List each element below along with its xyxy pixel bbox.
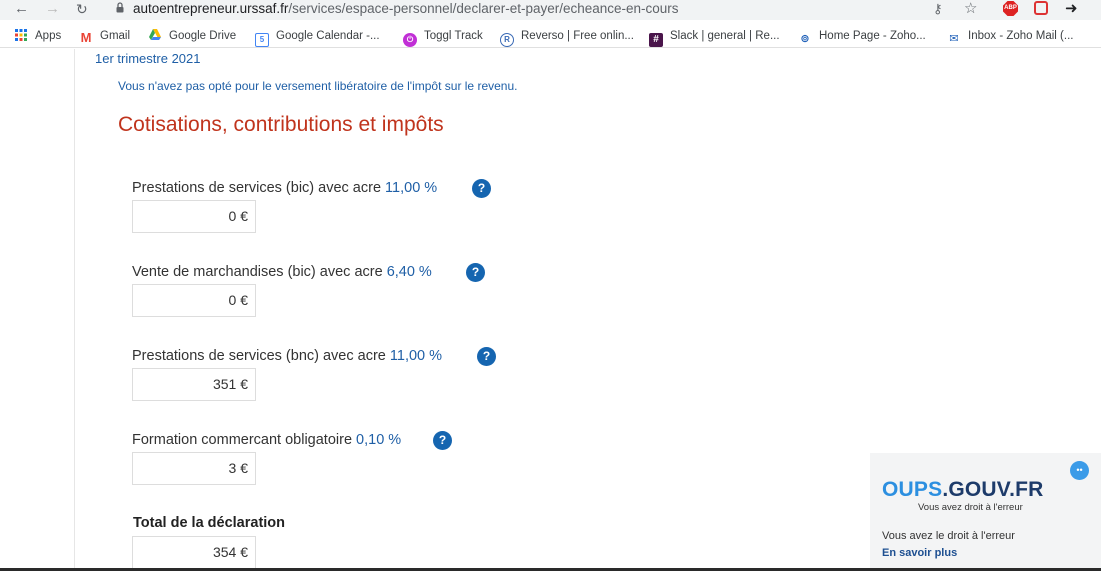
total-label: Total de la déclaration <box>133 515 286 531</box>
period-heading: 1er trimestre 2021 <box>95 51 201 66</box>
field-label-text: Formation commercant obligatoire <box>132 432 353 448</box>
field-rate: 11,00 % <box>385 180 438 196</box>
url-host: autoentrepreneur.urssaf.fr <box>133 1 289 16</box>
field-label-text: Vente de marchandises (bic) avec acre <box>132 264 383 280</box>
oups-logo-suffix: .GOUV.FR <box>942 478 1044 501</box>
field-label-marchandises-bic: Vente de marchandises (bic) avec acre 6,… <box>132 264 432 280</box>
bookmark-label: Google Calendar -... <box>276 30 380 42</box>
total-amount-field[interactable]: 354 € <box>132 536 256 569</box>
amount-field-services-bnc[interactable]: 351 € <box>132 368 256 401</box>
bookmark-gmail[interactable]: M Gmail <box>79 28 131 45</box>
google-calendar-icon: 5 <box>255 33 269 47</box>
reload-icon[interactable]: ↻ <box>76 0 88 18</box>
bookmark-label: Inbox - Zoho Mail (... <box>968 30 1074 42</box>
field-label-text: Prestations de services (bnc) avec acre <box>132 348 386 364</box>
bookmark-label: Reverso | Free onlin... <box>521 30 634 42</box>
field-label-text: Prestations de services (bic) avec acre <box>132 180 382 196</box>
bookmark-toggl[interactable]: ⏻ Toggl Track <box>403 28 483 47</box>
help-icon[interactable]: ? <box>433 431 452 450</box>
en-savoir-plus-link[interactable]: En savoir plus <box>882 547 957 559</box>
forward-arrow-icon[interactable]: → <box>45 0 60 18</box>
url-text[interactable]: autoentrepreneur.urssaf.fr/services/espa… <box>133 1 679 17</box>
oups-widget[interactable]: •• OUPS.GOUV.FR Vous avez droit à l'erre… <box>870 453 1101 571</box>
apps-grid-icon <box>15 29 27 41</box>
star-bookmark-icon[interactable]: ☆ <box>964 1 977 17</box>
chat-bubble-icon[interactable]: •• <box>1070 461 1089 480</box>
amount-field-services-bic[interactable]: 0 € <box>132 200 256 233</box>
toggl-icon: ⏻ <box>403 33 417 47</box>
content-border <box>74 49 75 571</box>
bookmark-google-calendar[interactable]: 5 Google Calendar -... <box>255 28 380 47</box>
bookmark-slack[interactable]: # Slack | general | Re... <box>649 28 780 47</box>
field-label-services-bnc: Prestations de services (bnc) avec acre … <box>132 348 442 364</box>
bookmark-label: Apps <box>35 30 62 42</box>
key-icon[interactable]: ⚷ <box>933 1 943 17</box>
url-path: /services/espace-personnel/declarer-et-p… <box>288 1 679 16</box>
slack-icon: # <box>649 33 663 47</box>
oups-logo-main: OUPS <box>882 478 943 501</box>
oups-text: Vous avez le droit à l'erreur <box>882 530 1015 542</box>
bookmark-google-drive[interactable]: Google Drive <box>148 28 236 44</box>
zoho-icon: ⊚ <box>800 33 810 45</box>
gmail-icon: M <box>80 30 92 45</box>
help-icon[interactable]: ? <box>477 347 496 366</box>
page-content: 1er trimestre 2021 Vous n'avez pas opté … <box>0 49 1101 571</box>
oups-logo: OUPS.GOUV.FR <box>882 478 1044 502</box>
bookmark-label: Home Page - Zoho... <box>819 30 926 42</box>
share-arrow-icon[interactable]: ➜ <box>1065 1 1078 17</box>
bookmark-reverso[interactable]: R Reverso | Free onlin... <box>500 28 634 47</box>
help-icon[interactable]: ? <box>472 179 491 198</box>
bookmarks-bar: Apps M Gmail Google Drive 5 Google Calenda… <box>0 24 1101 48</box>
field-label-formation: Formation commercant obligatoire 0,10 % <box>132 432 401 448</box>
bookmark-apps[interactable]: Apps <box>14 28 61 44</box>
liberatoire-notice: Vous n'avez pas opté pour le versement l… <box>118 79 518 93</box>
pocket-icon[interactable] <box>1034 1 1048 15</box>
help-icon[interactable]: ? <box>466 263 485 282</box>
bookmark-zoho-mail[interactable]: ✉ Inbox - Zoho Mail (... <box>947 28 1074 45</box>
google-drive-icon <box>149 29 161 40</box>
adblock-icon[interactable]: ABP <box>1003 1 1018 16</box>
amount-field-formation[interactable]: 3 € <box>132 452 256 485</box>
bookmark-label: Google Drive <box>169 30 237 42</box>
back-arrow-icon[interactable]: ← <box>14 0 29 18</box>
oups-tagline: Vous avez droit à l'erreur <box>918 502 1023 513</box>
lock-icon <box>116 2 124 13</box>
zoho-mail-icon: ✉ <box>949 33 959 45</box>
amount-field-marchandises-bic[interactable]: 0 € <box>132 284 256 317</box>
bookmark-zoho-home[interactable]: ⊚ Home Page - Zoho... <box>798 28 926 45</box>
reverso-icon: R <box>500 33 514 47</box>
section-title: Cotisations, contributions et impôts <box>118 113 444 136</box>
bookmark-label: Slack | general | Re... <box>670 30 780 42</box>
field-rate: 11,00 % <box>389 348 443 364</box>
browser-toolbar: ← → ↻ autoentrepreneur.urssaf.fr/service… <box>0 0 1101 20</box>
bookmark-label: Toggl Track <box>424 30 483 42</box>
field-rate: 0,10 % <box>356 432 402 448</box>
bookmark-label: Gmail <box>100 30 131 42</box>
field-label-services-bic: Prestations de services (bic) avec acre … <box>132 180 437 196</box>
field-rate: 6,40 % <box>386 264 432 280</box>
